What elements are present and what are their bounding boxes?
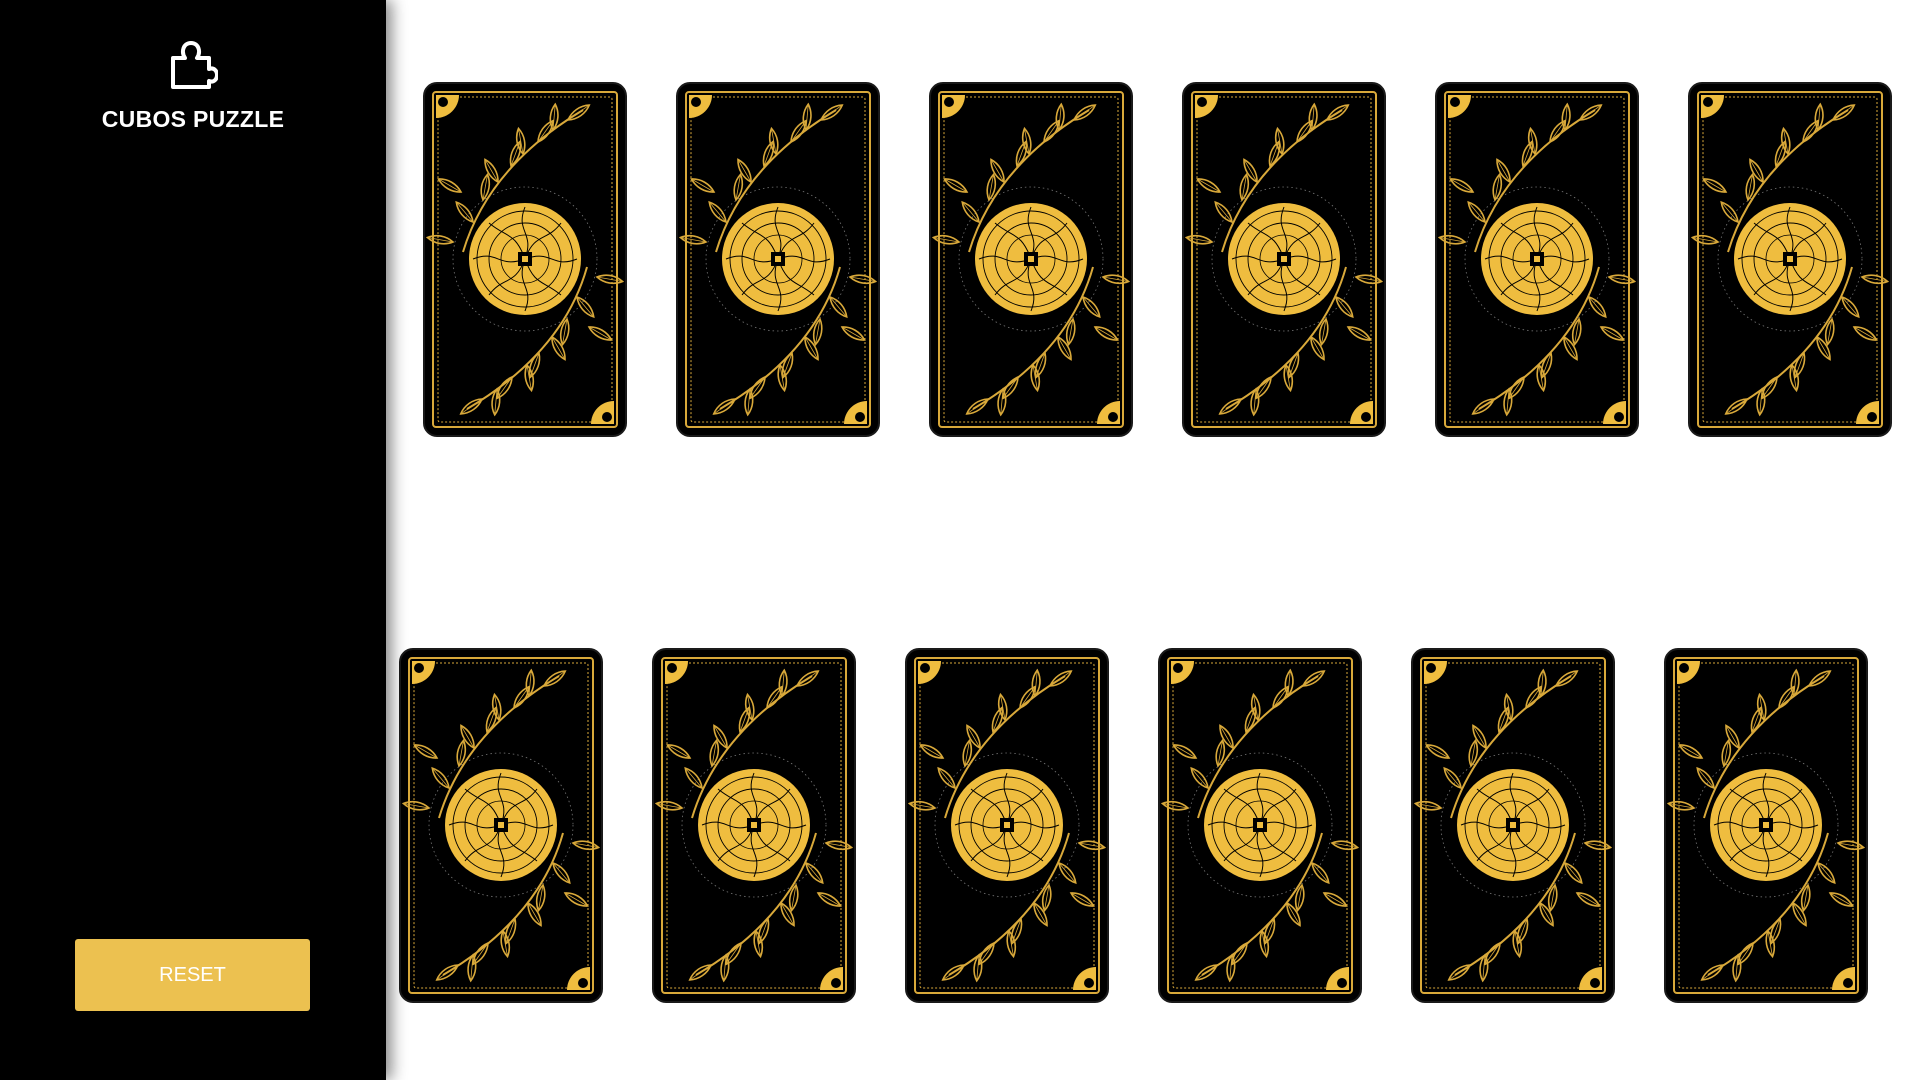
card[interactable] — [929, 82, 1133, 437]
card[interactable] — [1688, 82, 1892, 437]
card[interactable] — [1664, 648, 1868, 1003]
reset-button[interactable]: RESET — [75, 939, 310, 1011]
puzzle-piece-icon — [168, 40, 219, 90]
card[interactable] — [399, 648, 603, 1003]
card-board — [386, 0, 1920, 1080]
card[interactable] — [676, 82, 880, 437]
card[interactable] — [423, 82, 627, 437]
sidebar: CUBOS PUZZLE RESET — [0, 0, 386, 1080]
card[interactable] — [1182, 82, 1386, 437]
card[interactable] — [905, 648, 1109, 1003]
app-title: CUBOS PUZZLE — [101, 106, 285, 132]
card[interactable] — [1435, 82, 1639, 437]
card[interactable] — [1158, 648, 1362, 1003]
card[interactable] — [1411, 648, 1615, 1003]
card[interactable] — [652, 648, 856, 1003]
